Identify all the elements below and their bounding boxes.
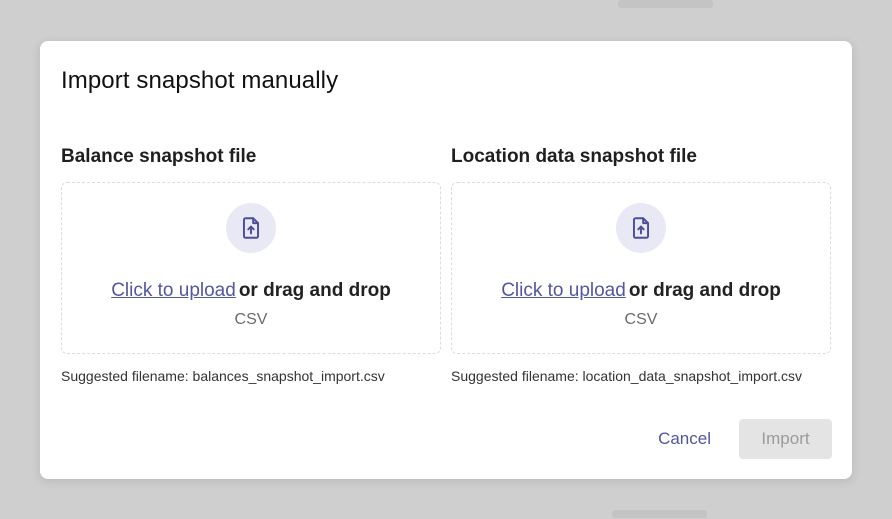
upload-instructions: Click to upload or drag and drop [452, 279, 830, 303]
balance-upload-section: Balance snapshot file Click to upload or … [61, 146, 441, 384]
suggested-filename: Suggested filename: balances_snapshot_im… [61, 368, 385, 384]
location-upload-section: Location data snapshot file Click to upl… [451, 146, 831, 384]
import-button[interactable]: Import [739, 419, 832, 459]
drag-and-drop-text: or drag and drop [238, 280, 391, 301]
dialog-title: Import snapshot manually [61, 67, 339, 94]
location-dropzone[interactable]: Click to upload or drag and drop CSV [451, 182, 831, 354]
suggested-filename: Suggested filename: location_data_snapsh… [451, 368, 802, 384]
upload-instructions: Click to upload or drag and drop [62, 279, 440, 303]
import-snapshot-dialog: Import snapshot manually Balance snapsho… [40, 41, 852, 479]
click-to-upload-link[interactable]: Click to upload [501, 280, 626, 301]
click-to-upload-link[interactable]: Click to upload [111, 280, 236, 301]
location-file-label: Location data snapshot file [451, 146, 697, 167]
background-placeholder [612, 510, 707, 518]
accepted-file-type: CSV [624, 311, 658, 328]
accepted-file-type: CSV [234, 311, 268, 328]
dialog-actions: Cancel Import [648, 419, 832, 459]
background-placeholder [618, 0, 713, 8]
balance-dropzone[interactable]: Click to upload or drag and drop CSV [61, 182, 441, 354]
cancel-button[interactable]: Cancel [648, 419, 721, 459]
balance-file-label: Balance snapshot file [61, 146, 257, 167]
drag-and-drop-text: or drag and drop [628, 280, 781, 301]
file-upload-icon [226, 203, 276, 253]
file-upload-icon [616, 203, 666, 253]
